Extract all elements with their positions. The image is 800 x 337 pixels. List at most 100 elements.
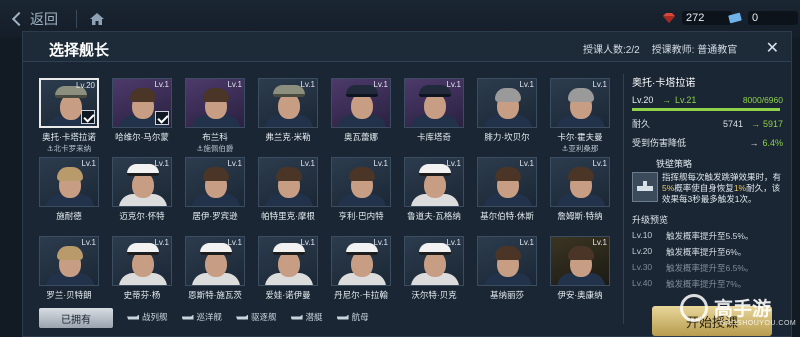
captain-card[interactable]: Lv.1 史蒂芬·杨 <box>112 236 172 301</box>
destroyer-icon <box>236 314 249 320</box>
captain-card[interactable]: Lv.1 罗兰·贝特朗 <box>39 236 99 301</box>
skill-desc-highlight: 1% <box>733 183 747 193</box>
captain-name: 卡库塔奇 <box>416 132 451 142</box>
captain-card[interactable]: Lv.1 居伊·罗宾逊 <box>185 157 245 222</box>
upgrade-level: Lv.20 <box>632 246 653 256</box>
checkmark-icon <box>155 111 169 125</box>
filter-destroyer[interactable]: 驱逐舰 <box>236 311 277 323</box>
teaching-info: 授课人数:2/2 授课教师: 普通教官 <box>583 41 737 56</box>
captain-level: Lv.1 <box>227 80 242 89</box>
captain-card[interactable]: Lv.1 卡尔·霍夫曼 ⚓亚利桑那 <box>550 78 610 154</box>
captain-name: 恩斯特·施瓦茨 <box>188 290 242 300</box>
captain-name: 布兰科 <box>202 132 228 142</box>
captain-card[interactable]: Lv.1 腓力·坎贝尔 <box>477 78 537 143</box>
owned-filter-button[interactable]: 已拥有 <box>39 308 113 328</box>
level-next: Lv.21 <box>675 95 697 105</box>
captain-portrait: Lv.1 <box>185 157 245 207</box>
portrait-hair <box>203 167 229 181</box>
captain-level: Lv.1 <box>519 238 534 247</box>
captain-card[interactable]: Lv.1 弗兰克·米勒 <box>258 78 318 143</box>
captain-level: Lv.1 <box>154 80 169 89</box>
captain-name: 哈维尔·马尔蒙 <box>115 132 169 142</box>
captain-card[interactable]: Lv.1 恩斯特·施瓦茨 <box>185 236 245 301</box>
home-icon[interactable] <box>88 10 106 28</box>
captain-portrait: Lv.1 <box>331 157 391 207</box>
close-button[interactable]: ✕ <box>766 38 779 58</box>
captain-card[interactable]: Lv.1 沃尔特·贝克 <box>404 236 464 301</box>
stat-durability: 耐久 5741 → 5917 <box>632 117 783 130</box>
back-button[interactable]: 返回 <box>10 9 58 29</box>
captain-portrait: Lv.1 <box>550 78 610 128</box>
captain-portrait: Lv.1 <box>331 78 391 128</box>
watermark-text: 高手游 <box>714 299 772 320</box>
captain-level: Lv.1 <box>227 238 242 247</box>
gem-counter[interactable]: 272 <box>662 11 732 25</box>
captain-card[interactable]: Lv.1 亨利·巴内特 <box>331 157 391 222</box>
captain-card[interactable]: Lv.1 伊安·奥康纳 <box>550 236 610 301</box>
gem-icon <box>663 13 675 23</box>
captain-name: 基纳丽莎 <box>489 290 524 300</box>
arrow-right-icon: → <box>749 137 759 148</box>
captain-portrait: Lv.1 <box>477 236 537 286</box>
upgrade-text: 触发概率提升至6.5%。 <box>666 263 754 273</box>
gem-count: 272 <box>682 11 732 25</box>
captain-level: Lv.1 <box>446 238 461 247</box>
upgrade-level: Lv.10 <box>632 230 653 240</box>
portrait-hair <box>130 88 156 102</box>
filter-cruiser[interactable]: 巡洋舰 <box>181 311 222 323</box>
level-current: Lv.20 <box>632 95 654 105</box>
filter-submarine[interactable]: 潜艇 <box>290 311 323 323</box>
captain-portrait: Lv.1 <box>477 157 537 207</box>
upgrade-text: 触发概率提升至5.5%。 <box>666 231 754 241</box>
ticket-counter[interactable]: 0 <box>728 11 798 25</box>
captain-card[interactable]: Lv.1 奥瓦蕾娜 <box>331 78 391 143</box>
portrait-hair <box>276 167 302 181</box>
captain-name: 亨利·巴内特 <box>338 211 384 221</box>
captain-ship-tag: ⚓亚利桑那 <box>561 144 599 153</box>
filter-label: 驱逐舰 <box>251 312 277 322</box>
captain-card[interactable]: Lv.1 布兰科 ⚓施佩伯爵 <box>185 78 245 154</box>
ticket-count: 0 <box>748 11 798 25</box>
captain-card[interactable]: Lv.1 迈克尔·怀特 <box>112 157 172 222</box>
captain-level: Lv.20 <box>76 81 95 90</box>
captain-portrait: Lv.1 <box>258 236 318 286</box>
captain-name: 罗兰·贝特朗 <box>46 290 92 300</box>
captain-portrait: Lv.1 <box>112 157 172 207</box>
upgrade-row: Lv.10 触发概率提升至5.5%。 <box>632 230 783 242</box>
captain-name: 施耐德 <box>56 211 82 221</box>
captain-card[interactable]: Lv.1 詹姆斯·特纳 <box>550 157 610 222</box>
captain-card[interactable]: Lv.1 基纳丽莎 <box>477 236 537 301</box>
ticket-icon <box>728 12 742 24</box>
captain-card[interactable]: Lv.1 鲁道夫·瓦格纳 <box>404 157 464 222</box>
captain-card[interactable]: Lv.1 丹尼尔·卡拉翰 <box>331 236 391 301</box>
captain-name: 伊安·奥康纳 <box>557 290 603 300</box>
captain-card[interactable]: Lv.1 基尔伯特·休斯 <box>477 157 537 222</box>
captain-card[interactable]: Lv.1 哈维尔·马尔蒙 <box>112 78 172 143</box>
ship-skill-icon[interactable] <box>632 172 658 202</box>
captain-card[interactable]: Lv.1 爱娃·诺伊曼 <box>258 236 318 301</box>
captain-card[interactable]: Lv.20 奥托·卡塔拉诺 ⚓北卡罗来纳 <box>39 78 99 154</box>
captain-name: 丹尼尔·卡拉翰 <box>334 290 388 300</box>
captain-portrait: Lv.1 <box>112 78 172 128</box>
filter-label: 潜艇 <box>305 312 323 322</box>
stat-result: 5917 <box>762 118 783 129</box>
captain-card[interactable]: Lv.1 卡库塔奇 <box>404 78 464 143</box>
xp-progress-fill <box>632 108 780 111</box>
captain-card[interactable]: Lv.1 帕特里克·摩根 <box>258 157 318 222</box>
captain-card[interactable]: Lv.1 施耐德 <box>39 157 99 222</box>
upgrade-preview-title: 升级预览 <box>632 215 669 225</box>
portrait-hair <box>349 167 375 181</box>
captain-level: Lv.1 <box>373 159 388 168</box>
captain-portrait: Lv.1 <box>185 236 245 286</box>
filter-battleship[interactable]: 战列舰 <box>127 311 168 323</box>
portrait-hair <box>495 246 521 260</box>
captain-name: 居伊·罗宾逊 <box>192 211 238 221</box>
divider <box>76 10 77 28</box>
portrait-hair <box>568 88 594 102</box>
watermark-url: GAOSHOUYOU.COM <box>720 320 797 327</box>
stat-result: 6.4% <box>762 137 783 148</box>
detail-captain-name: 奥托·卡塔拉诺 <box>632 78 696 89</box>
filter-carrier[interactable]: 航母 <box>336 311 369 323</box>
captain-portrait: Lv.1 <box>404 236 464 286</box>
skill-title: 铁壁策略 <box>656 159 693 169</box>
